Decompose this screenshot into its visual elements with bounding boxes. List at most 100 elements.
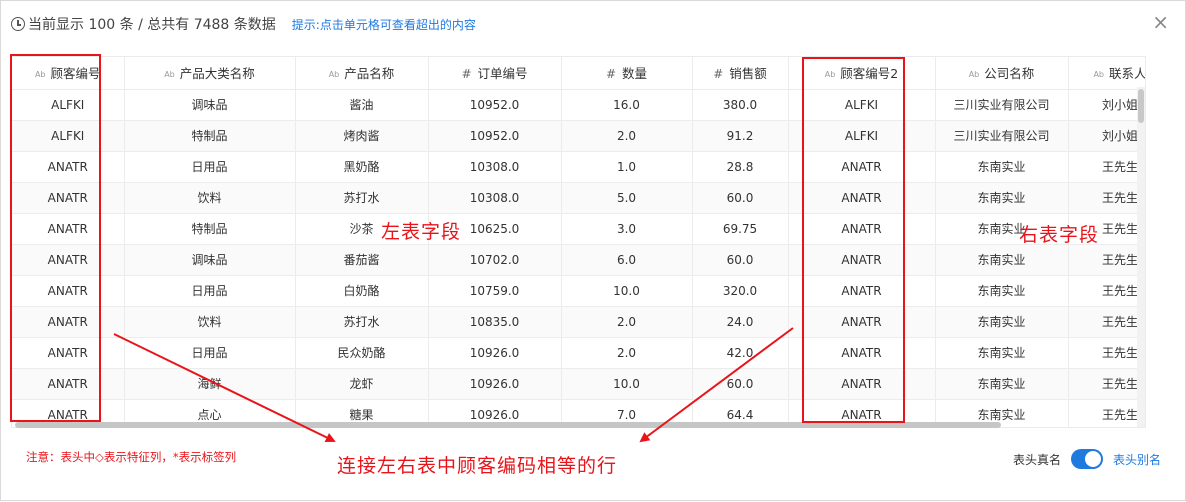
table-cell[interactable]: 6.0 — [561, 244, 693, 276]
column-header[interactable]: Ab 产品大类名称 — [124, 57, 296, 90]
table-cell[interactable]: 10926.0 — [428, 368, 562, 400]
column-header[interactable]: # 订单编号 — [428, 57, 562, 90]
table-cell[interactable]: 10702.0 — [428, 244, 562, 276]
table-cell[interactable]: 王先生 — [1068, 399, 1145, 427]
table-cell[interactable]: 东南实业 — [935, 244, 1069, 276]
table-cell[interactable]: 10926.0 — [428, 337, 562, 369]
table-row: ANATR 海鲜 龙虾 10926.0 10.0 60.0 ANATR 东南实业 王先生 — [12, 368, 1145, 400]
table-cell[interactable]: 69.75 — [692, 213, 789, 245]
table-cell[interactable]: 饮料 — [124, 306, 296, 338]
table-cell[interactable]: 10835.0 — [428, 306, 562, 338]
vertical-scrollbar-track[interactable] — [1137, 87, 1145, 427]
table-cell[interactable]: 王先生 — [1068, 182, 1145, 214]
table-row: ANATR 饮料 苏打水 10308.0 5.0 60.0 ANATR 东南实业 王先生 — [12, 182, 1145, 214]
table-cell[interactable]: 调味品 — [124, 244, 296, 276]
table-cell[interactable]: 60.0 — [692, 182, 789, 214]
table-cell[interactable]: 60.0 — [692, 368, 789, 400]
table-row: ALFKI 调味品 酱油 10952.0 16.0 380.0 ALFKI 三川实业有限公司刘… — [12, 89, 1145, 121]
table-body: ALFKI 调味品 酱油 10952.0 16.0 380.0 ALFKI 三川实业有限公司刘… — [12, 89, 1145, 427]
table-cell[interactable]: 调味品 — [124, 89, 296, 121]
data-grid[interactable]: Ab 顾客编号 Ab 产品大类名称 Ab 产品名称 # 订单编号 # 数量 # 销售额 Ab 顾客编号2 A… — [11, 56, 1146, 428]
table-cell[interactable]: 特制品 — [124, 213, 296, 245]
table-cell[interactable]: 番茄酱 — [295, 244, 429, 276]
left-field-annotation: 左表字段 — [381, 221, 462, 243]
table-cell[interactable]: 饮料 — [124, 182, 296, 214]
table-cell[interactable]: 白奶酪 — [295, 275, 429, 307]
table-cell[interactable]: 60.0 — [692, 244, 789, 276]
table-header-row: Ab 顾客编号 Ab 产品大类名称 Ab 产品名称 # 订单编号 # 数量 # 销售额 Ab 顾客编号2 A… — [12, 57, 1145, 90]
column-header[interactable]: # 销售额 — [692, 57, 789, 90]
table-cell[interactable]: 龙虾 — [295, 368, 429, 400]
table-row: ANATR 日用品 民众奶酪 10926.0 2.0 42.0 ANATR 东南实业 王先生 — [12, 337, 1145, 369]
table-cell[interactable]: 东南实业 — [935, 275, 1069, 307]
table-cell[interactable]: 民众奶酪 — [295, 337, 429, 369]
text-type-icon: Ab — [328, 70, 340, 80]
table-cell[interactable]: 日用品 — [124, 337, 296, 369]
table-cell[interactable]: 日用品 — [124, 275, 296, 307]
table-cell[interactable]: 10952.0 — [428, 89, 562, 121]
column-header-label: 产品大类名称 — [179, 66, 255, 82]
table-cell[interactable]: 王先生 — [1068, 306, 1145, 338]
table-cell[interactable]: 苏打水 — [295, 306, 429, 338]
header-alias-toggle[interactable] — [1070, 449, 1103, 469]
table-cell[interactable]: 特制品 — [124, 120, 296, 152]
clock-icon — [11, 17, 25, 31]
table-cell[interactable]: 2.0 — [561, 337, 693, 369]
table-cell[interactable]: 10.0 — [561, 275, 693, 307]
table-cell[interactable]: 10308.0 — [428, 182, 562, 214]
table-cell[interactable]: 王先生 — [1068, 275, 1145, 307]
table-cell[interactable]: 王先生 — [1068, 337, 1145, 369]
table-cell[interactable]: 91.2 — [692, 120, 789, 152]
table-cell[interactable]: 10952.0 — [428, 120, 562, 152]
column-header-label: 产品名称 — [344, 66, 395, 82]
table-cell[interactable]: 日用品 — [124, 151, 296, 183]
table-cell[interactable]: 三川实业有限公司 — [935, 89, 1069, 121]
table-cell[interactable]: 东南实业 — [935, 151, 1069, 183]
table-cell[interactable]: 2.0 — [561, 306, 693, 338]
table-cell[interactable]: 10759.0 — [428, 275, 562, 307]
table-cell[interactable]: 苏打水 — [295, 182, 429, 214]
table-cell[interactable]: 16.0 — [561, 89, 693, 121]
column-header[interactable]: # 数量 — [561, 57, 693, 90]
table-cell[interactable]: 海鲜 — [124, 368, 296, 400]
column-header[interactable]: Ab 产品名称 — [295, 57, 429, 90]
table-cell[interactable]: 王先生 — [1068, 244, 1145, 276]
table-cell[interactable]: 刘小姐 — [1068, 89, 1145, 121]
table-cell[interactable]: 刘小姐 — [1068, 120, 1145, 152]
table-cell[interactable]: 380.0 — [692, 89, 789, 121]
table-cell[interactable]: 5.0 — [561, 182, 693, 214]
table-cell[interactable]: 1.0 — [561, 151, 693, 183]
left-field-highlight-box — [10, 54, 101, 422]
table-cell[interactable]: 三川实业有限公司 — [935, 120, 1069, 152]
table-cell[interactable]: 东南实业 — [935, 368, 1069, 400]
right-field-highlight-box — [802, 57, 905, 423]
table-cell[interactable]: 烤肉酱 — [295, 120, 429, 152]
table-cell[interactable]: 320.0 — [692, 275, 789, 307]
data-preview-dialog: 当前显示 100 条 / 总共有 7488 条数据 提示:点击单元格可查看超出的… — [0, 0, 1186, 501]
table-cell[interactable]: 东南实业 — [935, 182, 1069, 214]
right-field-annotation: 右表字段 — [1019, 224, 1100, 246]
toggle-alias-label: 表头别名 — [1112, 452, 1161, 467]
text-type-icon: Ab — [164, 70, 175, 80]
column-header[interactable]: Ab 公司名称 — [935, 57, 1069, 90]
table-cell[interactable]: 24.0 — [692, 306, 789, 338]
table-cell[interactable]: 酱油 — [295, 89, 429, 121]
vertical-scrollbar-thumb[interactable] — [1138, 89, 1144, 123]
table-cell[interactable]: 王先生 — [1068, 151, 1145, 183]
dialog-header: 当前显示 100 条 / 总共有 7488 条数据 提示:点击单元格可查看超出的… — [11, 13, 476, 35]
column-header[interactable]: Ab 联系人 — [1068, 57, 1145, 90]
toggle-knob — [1084, 451, 1101, 467]
table-cell[interactable]: 10308.0 — [428, 151, 562, 183]
table-cell[interactable]: 10.0 — [561, 368, 693, 400]
table-row: ANATR 日用品 白奶酪 10759.0 10.0 320.0 ANATR 东南实业 王先生 — [12, 275, 1145, 307]
table-cell[interactable]: 42.0 — [692, 337, 789, 369]
table-cell[interactable]: 黑奶酪 — [295, 151, 429, 183]
table-cell[interactable]: 28.8 — [692, 151, 789, 183]
table-cell[interactable]: 王先生 — [1068, 368, 1145, 400]
column-header-label: 订单编号 — [477, 66, 528, 82]
close-icon[interactable]: × — [1152, 11, 1169, 33]
table-cell[interactable]: 东南实业 — [935, 337, 1069, 369]
table-cell[interactable]: 东南实业 — [935, 306, 1069, 338]
table-cell[interactable]: 2.0 — [561, 120, 693, 152]
table-cell[interactable]: 3.0 — [561, 213, 693, 245]
